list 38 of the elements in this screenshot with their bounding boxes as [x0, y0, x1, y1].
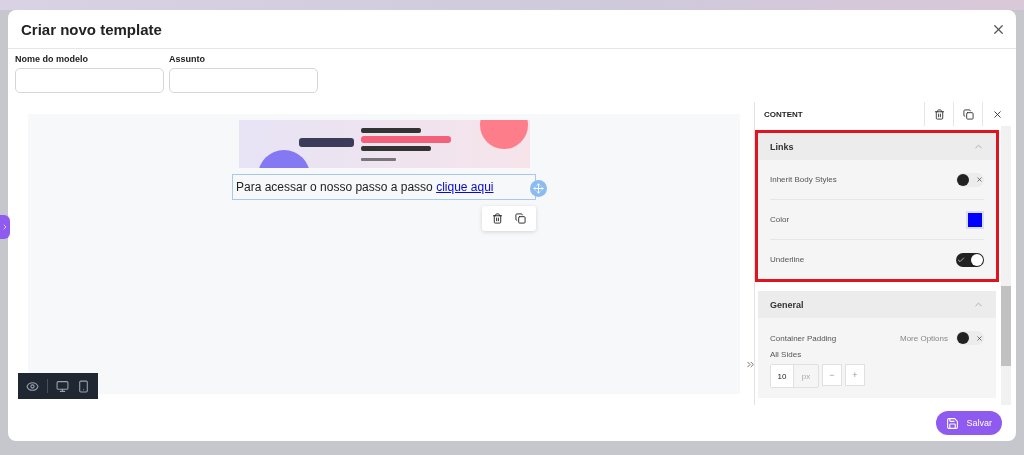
color-swatch[interactable] [966, 210, 984, 229]
section-title: Links [770, 141, 794, 152]
desktop-icon[interactable] [56, 379, 69, 393]
mobile-icon[interactable] [77, 379, 90, 393]
more-options-label: More Options [899, 333, 948, 343]
padding-field[interactable]: 10 px [770, 364, 819, 388]
duplicate-icon[interactable] [515, 213, 526, 224]
delete-icon[interactable] [492, 213, 503, 224]
x-icon [976, 334, 983, 342]
section-title: General [770, 299, 804, 310]
save-button[interactable]: Salvar [936, 411, 1002, 435]
toggle-switch[interactable] [956, 172, 984, 187]
paragraph-text: Para acessar o nosso passo a passo clique aqui [236, 180, 494, 194]
input-field[interactable] [169, 68, 318, 93]
setting-label: Color [770, 215, 790, 224]
copy-icon [962, 108, 974, 120]
section-header[interactable]: General [758, 291, 996, 318]
setting-label: Inherit Body Styles [770, 175, 837, 184]
link[interactable]: clique aqui [436, 180, 494, 194]
scrollbar[interactable] [1001, 126, 1011, 405]
section-header[interactable]: Links [758, 133, 996, 160]
toggle-switch[interactable] [956, 331, 984, 345]
setting-label: Underline [770, 255, 805, 264]
field-label: Assunto [169, 54, 206, 64]
sub-label: All Sides [770, 350, 803, 359]
eye-icon[interactable] [26, 379, 39, 393]
field-label: Nome do modelo [15, 54, 89, 64]
setting-label: Container Padding [770, 333, 837, 343]
close-icon [991, 108, 1003, 120]
input-field[interactable] [15, 68, 164, 93]
toggle-switch[interactable] [956, 252, 984, 267]
x-icon [976, 176, 983, 183]
dialog-title: Criar novo template [21, 20, 162, 38]
trash-icon [933, 108, 945, 120]
chevron-right-icon [1, 223, 9, 231]
check-icon [957, 255, 965, 264]
expand-handle[interactable] [0, 215, 10, 239]
panel-title: CONTENT [763, 109, 804, 119]
